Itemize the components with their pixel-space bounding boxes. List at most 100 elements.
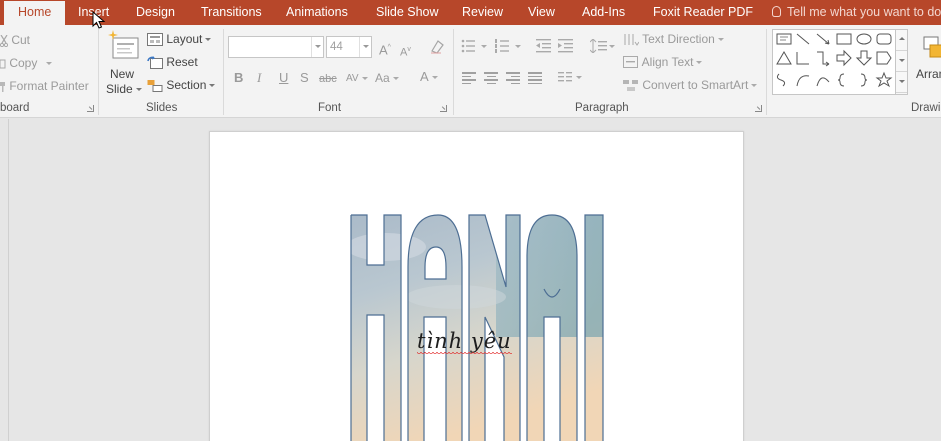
tab-foxit-reader-pdf[interactable]: Foxit Reader PDF (653, 0, 753, 25)
change-case-dropdown-icon (392, 77, 399, 81)
shapes-gallery-scroller[interactable] (895, 29, 908, 95)
decrease-indent-button[interactable] (536, 39, 552, 56)
strikethrough-button[interactable]: abc (319, 71, 337, 87)
reset-label: Reset (166, 55, 198, 69)
font-color-dropdown-icon (431, 76, 438, 80)
font-dialog-launcher-icon[interactable] (440, 105, 447, 112)
lightbulb-icon (772, 6, 781, 17)
reset-button[interactable]: Reset (147, 55, 198, 70)
text-direction-icon (624, 34, 639, 47)
mouse-cursor-icon (92, 11, 106, 29)
paragraph-dialog-launcher-icon[interactable] (755, 105, 762, 112)
triangle-shape-icon (776, 51, 792, 65)
numbering-button[interactable] (495, 39, 523, 56)
tell-me-text: Tell me what you want to do... (787, 5, 941, 19)
format-painter-button[interactable]: Format Painter (0, 79, 89, 93)
new-slide-dropdown-icon (135, 88, 142, 92)
text-shadow-button[interactable]: S (300, 70, 309, 86)
text-direction-dropdown-icon (717, 38, 724, 42)
tab-slide-show[interactable]: Slide Show (376, 0, 439, 25)
columns-button[interactable] (558, 72, 584, 87)
numbering-icon (495, 39, 521, 53)
ribbon-tab-bar: Home Insert Design Transitions Animation… (0, 0, 941, 25)
cut-button[interactable]: Cut (0, 33, 30, 47)
convert-smartart-label: Convert to SmartArt (642, 78, 749, 92)
section-icon (147, 80, 163, 93)
tab-home[interactable]: Home (4, 1, 66, 25)
bold-button[interactable]: B (234, 70, 243, 86)
freeform-shape-icon (776, 73, 786, 87)
gallery-scroll-down-icon[interactable] (896, 51, 907, 72)
gallery-more-icon[interactable] (896, 72, 907, 93)
clipboard-group-label: board (0, 102, 30, 114)
down-arrow-shape-icon (855, 50, 873, 66)
hanoi-picture-lettering[interactable] (346, 207, 608, 441)
text-direction-label: Text Direction (642, 32, 715, 46)
elbow-arrow-connector-icon (817, 51, 830, 67)
format-painter-label: Format Painter (9, 79, 89, 93)
clear-formatting-icon[interactable] (429, 39, 445, 55)
font-name-dropdown-icon[interactable] (311, 37, 323, 57)
arrange-icon (923, 36, 941, 58)
convert-smartart-button[interactable]: Convert to SmartArt (623, 78, 758, 92)
tell-me-search[interactable]: Tell me what you want to do... (772, 0, 941, 25)
shrink-font-icon[interactable]: Av (400, 42, 411, 61)
pentagon-shape-icon (876, 51, 892, 65)
layout-button[interactable]: Layout (147, 32, 212, 47)
font-size-combobox[interactable]: 44 (326, 36, 372, 58)
section-label: Section (166, 78, 207, 92)
gallery-scroll-up-icon[interactable] (896, 30, 907, 51)
thumbnail-pane-edge (8, 119, 9, 441)
align-text-button[interactable]: Align Text (623, 55, 703, 69)
align-text-icon (623, 56, 638, 69)
font-name-combobox[interactable] (228, 36, 324, 58)
grow-font-icon[interactable]: A^ (379, 40, 391, 58)
copy-icon (0, 59, 6, 69)
section-button[interactable]: Section (147, 78, 216, 93)
layout-label: Layout (166, 32, 203, 46)
tagline-text[interactable]: tình yêu (417, 329, 512, 356)
tab-design[interactable]: Design (136, 0, 175, 25)
copy-button[interactable]: Copy (0, 56, 53, 70)
cut-label: Cut (11, 33, 31, 47)
new-slide-icon (108, 30, 139, 59)
text-direction-button[interactable]: Text Direction (623, 32, 724, 47)
shapes-gallery-icons (776, 33, 893, 88)
line-spacing-button[interactable] (589, 38, 616, 56)
font-color-button[interactable]: A (420, 69, 438, 85)
tab-review[interactable]: Review (462, 0, 503, 25)
spellcheck-underline (417, 352, 512, 356)
tab-transitions[interactable]: Transitions (201, 0, 262, 25)
underline-button[interactable]: U (279, 70, 288, 86)
group-divider (766, 29, 767, 115)
star-shape-icon (875, 71, 893, 88)
align-text-dropdown-icon (696, 61, 703, 65)
character-spacing-dropdown-icon (361, 76, 368, 80)
tab-view[interactable]: View (528, 0, 555, 25)
new-slide-label-line2: Slide (106, 82, 142, 96)
reset-icon (147, 56, 163, 70)
italic-button[interactable]: I (257, 70, 261, 86)
align-right-icon (506, 72, 520, 84)
align-left-icon (462, 72, 476, 84)
group-divider (453, 29, 454, 115)
left-brace-shape-icon (837, 73, 845, 87)
increase-indent-button[interactable] (558, 39, 574, 56)
new-slide-button[interactable]: New Slide (106, 30, 142, 100)
change-case-button[interactable]: Aa (375, 70, 399, 86)
shapes-gallery[interactable] (772, 29, 896, 95)
tab-add-ins[interactable]: Add-Ins (582, 0, 625, 25)
decrease-indent-icon (536, 39, 551, 53)
bullets-button[interactable] (461, 39, 489, 56)
tab-animations[interactable]: Animations (286, 0, 348, 25)
font-size-dropdown-icon[interactable] (359, 37, 371, 57)
drawing-group-label: Drawi (911, 102, 941, 114)
oval-shape-icon (856, 33, 872, 45)
clipboard-dialog-launcher-icon[interactable] (87, 105, 94, 112)
arrange-button[interactable]: Arran (916, 29, 941, 99)
layout-icon (147, 33, 163, 47)
character-spacing-button[interactable]: AV (346, 71, 368, 87)
justify-icon (528, 72, 542, 84)
section-dropdown-icon (209, 84, 216, 88)
bullets-icon (461, 39, 487, 53)
